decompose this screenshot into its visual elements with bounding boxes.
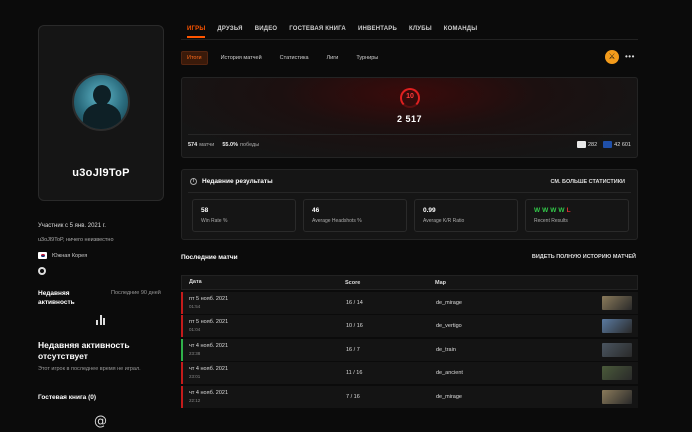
nav-divider (181, 39, 638, 40)
col-score: Score (345, 279, 361, 286)
about-text: u3oJl9ToP, ничего неизвестно (38, 237, 114, 243)
stat-card-headshots: 46 Average Headshots % (303, 199, 407, 232)
tab-games[interactable]: ИГРЫ (187, 26, 206, 38)
no-activity-title: Недавняя активность отсутствует (38, 340, 130, 361)
country-label: Южная Корея (52, 252, 88, 259)
more-options-icon[interactable]: ••• (625, 52, 635, 61)
wins-stat: 55.0% победы (222, 142, 260, 148)
country: Южная Корея (38, 252, 87, 259)
tab-friends[interactable]: ДРУЗЬЯ (217, 26, 242, 38)
table-row[interactable]: чт 4 нояб. 2021 23:01 11 / 16 de_ancient (181, 362, 638, 384)
map-thumbnail (602, 366, 632, 380)
subtab-statistics[interactable]: Статистика (275, 52, 314, 64)
recent-results-panel: i Недавние результаты СМ. БОЛЬШЕ СТАТИСТ… (181, 169, 638, 240)
recent-activity-title: Недавняя активность (38, 290, 75, 306)
recent-results-title: Недавние результаты (202, 178, 273, 185)
flag-kr-icon (576, 141, 586, 148)
recent-matches-title: Последние матчи (181, 254, 238, 261)
region-ranks: 282 42 601 (576, 141, 631, 148)
recent-results-header: i Недавние результаты (190, 178, 273, 185)
map-thumbnail (602, 389, 632, 404)
member-since: Участник с 5 янв. 2021 г. (38, 223, 106, 229)
tab-guestbook[interactable]: ГОСТЕВАЯ КНИГА (289, 26, 346, 38)
table-row[interactable]: пт 5 нояб. 2021 01:04 10 / 16 de_vertigo (181, 315, 638, 337)
elo-panel: 10 2 517 574 матчи 55.0% победы 282 42 601 (181, 77, 638, 158)
stat-card-kr-ratio: 0.99 Average K/R Ratio (414, 199, 518, 232)
no-activity-text: Этот игрок в последнее время не играл. (38, 366, 141, 372)
username: u3oJl9ToP (72, 167, 130, 179)
profile-card: u3oJl9ToP (38, 25, 164, 201)
tab-clubs[interactable]: КЛУБЫ (409, 26, 432, 38)
stat-card-winrate: 58 Win Rate % (192, 199, 296, 232)
flag-eu-icon (603, 141, 613, 148)
subtab-tournaments[interactable]: Турниры (351, 52, 383, 64)
recent-results-wl: W W W W L (534, 207, 571, 214)
subtab-summary[interactable]: Итоги (181, 51, 208, 65)
rank-eu[interactable]: 42 601 (603, 141, 631, 148)
table-row[interactable]: пт 5 нояб. 2021 01:54 16 / 14 de_mirage (181, 291, 638, 314)
map-thumbnail (602, 295, 632, 310)
info-icon[interactable]: i (190, 178, 197, 185)
table-header: Дата Score Map (181, 275, 638, 290)
recent-activity-period: Последние 90 дней (111, 290, 161, 296)
rank-kr[interactable]: 282 (576, 141, 597, 148)
divider (188, 192, 631, 193)
guestbook-title[interactable]: Гостевая книга (0) (38, 394, 96, 401)
more-stats-link[interactable]: СМ. БОЛЬШЕ СТАТИСТИКИ (551, 179, 625, 185)
table-row[interactable]: чт 4 нояб. 2021 23:38 16 / 7 de_train (181, 338, 638, 361)
map-thumbnail (602, 319, 632, 333)
flag-kr-icon (38, 252, 47, 259)
tab-inventory[interactable]: ИНВЕНТАРЬ (358, 26, 397, 38)
tab-video[interactable]: ВИДЕО (255, 26, 278, 38)
map-thumbnail (602, 342, 632, 357)
bar-chart-icon (96, 315, 106, 325)
avatar[interactable] (72, 73, 130, 131)
tab-teams[interactable]: КОМАНДЫ (444, 26, 478, 38)
subtab-leagues[interactable]: Лиги (322, 52, 344, 64)
matches-table: Дата Score Map пт 5 нояб. 2021 01:54 16 /… (181, 275, 638, 408)
at-icon: @ (94, 414, 107, 429)
col-map: Map (435, 279, 446, 286)
sub-nav: Итоги История матчей Статистика Лиги Тур… (181, 51, 383, 65)
col-date: Дата (189, 279, 202, 285)
subtab-match-history[interactable]: История матчей (216, 52, 267, 64)
divider (188, 134, 631, 135)
skill-level-icon: 10 (400, 88, 420, 108)
steam-icon[interactable] (38, 267, 46, 275)
stat-cards: 58 Win Rate % 46 Average Headshots % 0.9… (192, 199, 629, 232)
full-history-link[interactable]: ВИДЕТЬ ПОЛНУЮ ИСТОРИЮ МАТЧЕЙ (532, 254, 636, 260)
csgo-game-icon[interactable]: ⚔ (605, 50, 619, 64)
table-row[interactable]: чт 4 нояб. 2021 22:12 7 / 16 de_mirage (181, 385, 638, 408)
hero-stats: 574 матчи 55.0% победы (188, 142, 259, 148)
matches-stat: 574 матчи (188, 142, 215, 148)
stat-card-recent-results: W W W W L Recent Results (525, 199, 629, 232)
top-nav: ИГРЫ ДРУЗЬЯ ВИДЕО ГОСТЕВАЯ КНИГА ИНВЕНТА… (187, 26, 477, 38)
elo-value: 2 517 (396, 114, 423, 124)
